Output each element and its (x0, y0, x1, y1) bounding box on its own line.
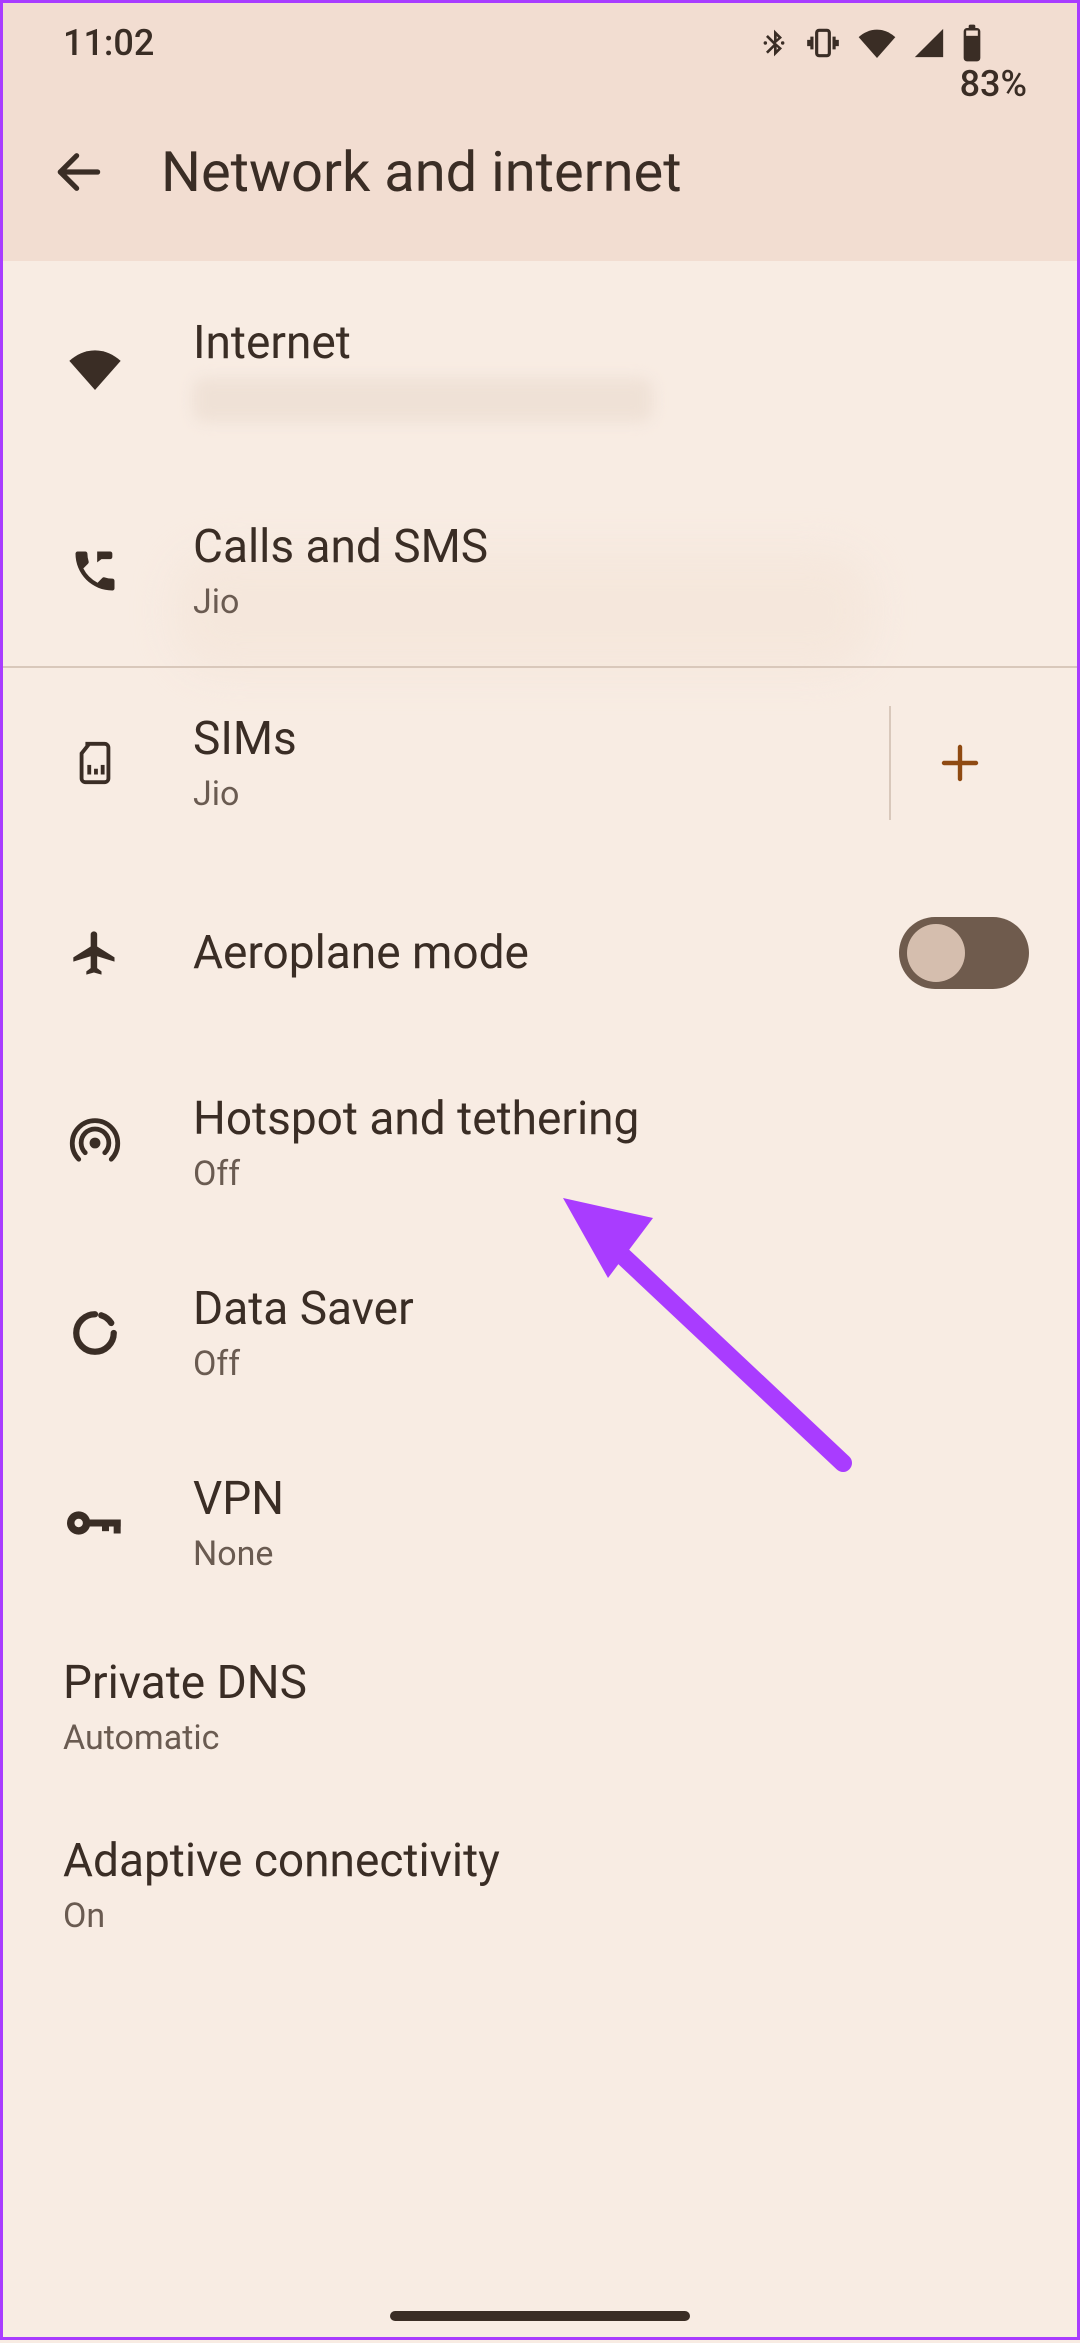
sim-icon (51, 737, 139, 789)
status-icons: 83% (758, 23, 1027, 63)
aeroplane-mode-toggle[interactable] (899, 917, 1029, 989)
battery-percent: 83% (960, 63, 1027, 105)
row-subtitle: Automatic (63, 1718, 1029, 1758)
row-subtitle: Off (193, 1344, 1029, 1384)
row-subtitle-redacted (193, 378, 653, 422)
phone-msg-icon (51, 545, 139, 597)
row-title: Aeroplane mode (193, 926, 899, 980)
arrow-left-icon (51, 144, 107, 200)
vibrate-icon (804, 23, 842, 63)
cell-signal-icon (912, 23, 946, 63)
app-bar: Network and internet (3, 83, 1077, 261)
add-sim-button[interactable] (889, 706, 1029, 820)
row-hotspot-tethering[interactable]: Hotspot and tethering Off (3, 1048, 1077, 1238)
page-title: Network and internet (161, 139, 682, 205)
wifi-icon (856, 23, 898, 63)
row-title: Calls and SMS (193, 520, 1029, 574)
wifi-icon (51, 341, 139, 397)
row-title: Internet (193, 316, 1029, 370)
row-title: Private DNS (63, 1656, 1029, 1710)
toggle-knob (907, 924, 965, 982)
row-subtitle: Off (193, 1154, 1029, 1194)
plus-icon (936, 739, 984, 787)
row-vpn[interactable]: VPN None (3, 1428, 1077, 1618)
battery-icon (960, 23, 984, 63)
bluetooth-icon (758, 23, 790, 63)
hotspot-icon (51, 1117, 139, 1169)
row-calls-sms[interactable]: Calls and SMS Jio (3, 476, 1077, 666)
data-saver-icon (51, 1308, 139, 1358)
row-subtitle: Jio (193, 774, 889, 814)
vpn-key-icon (51, 1503, 139, 1543)
row-subtitle: None (193, 1534, 1029, 1574)
row-data-saver[interactable]: Data Saver Off (3, 1238, 1077, 1428)
row-aeroplane-mode[interactable]: Aeroplane mode (3, 858, 1077, 1048)
row-title: SIMs (193, 712, 889, 766)
row-sims[interactable]: SIMs Jio (3, 668, 1077, 858)
airplane-icon (51, 927, 139, 979)
row-title: Data Saver (193, 1282, 1029, 1336)
status-clock: 11:02 (63, 22, 154, 64)
row-title: Adaptive connectivity (63, 1834, 1029, 1888)
row-subtitle: On (63, 1896, 1029, 1936)
row-subtitle: Jio (193, 582, 1029, 622)
back-button[interactable] (39, 144, 119, 200)
row-title: Hotspot and tethering (193, 1092, 1029, 1146)
row-private-dns[interactable]: Private DNS Automatic (3, 1618, 1077, 1796)
status-bar: 11:02 83% (3, 3, 1077, 83)
row-internet[interactable]: Internet (3, 261, 1077, 476)
settings-list: Internet Calls and SMS Jio SIMs Jio (3, 261, 1077, 1974)
gesture-nav-handle[interactable] (390, 2311, 690, 2321)
row-title: VPN (193, 1472, 1029, 1526)
row-adaptive-connectivity[interactable]: Adaptive connectivity On (3, 1796, 1077, 1974)
